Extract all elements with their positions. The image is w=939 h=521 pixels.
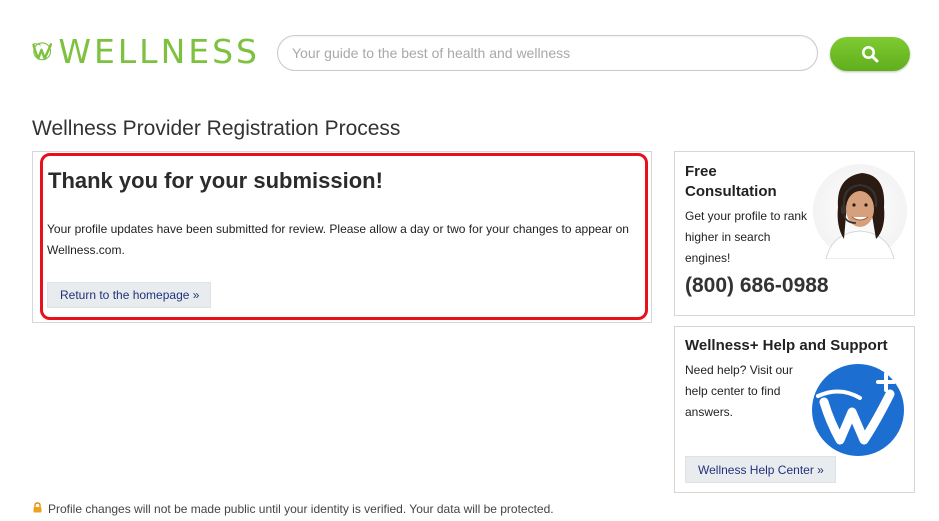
wellness-logo[interactable]: WELLNESS bbox=[32, 22, 260, 80]
wellness-logo-icon bbox=[32, 42, 53, 61]
help-center-button[interactable]: Wellness Help Center » bbox=[685, 456, 836, 483]
page-title: Wellness Provider Registration Process bbox=[32, 117, 401, 140]
confirmation-heading: Thank you for your submission! bbox=[48, 168, 383, 193]
privacy-note: Profile changes will not be made public … bbox=[33, 502, 554, 516]
logo-text: WELLNESS bbox=[58, 31, 260, 71]
support-text: Need help? Visit our help center to find… bbox=[685, 363, 793, 419]
support-title: Wellness+ Help and Support bbox=[685, 337, 888, 354]
support-agent-avatar bbox=[813, 164, 907, 259]
lock-icon bbox=[33, 502, 42, 516]
search-input[interactable] bbox=[278, 36, 817, 70]
search-icon bbox=[862, 46, 879, 63]
search-bar[interactable] bbox=[277, 35, 818, 71]
consultation-phone[interactable]: (800) 686-0988 bbox=[685, 274, 829, 298]
consultation-title: Free Consultation bbox=[685, 163, 777, 200]
return-homepage-button[interactable]: Return to the homepage » bbox=[47, 282, 211, 308]
wellness-plus-icon bbox=[812, 364, 904, 456]
consultation-text: Get your profile to rank higher in searc… bbox=[685, 209, 808, 265]
confirmation-message: Your profile updates have been submitted… bbox=[47, 222, 629, 257]
privacy-note-text: Profile changes will not be made public … bbox=[48, 502, 554, 516]
search-button[interactable] bbox=[830, 37, 910, 71]
